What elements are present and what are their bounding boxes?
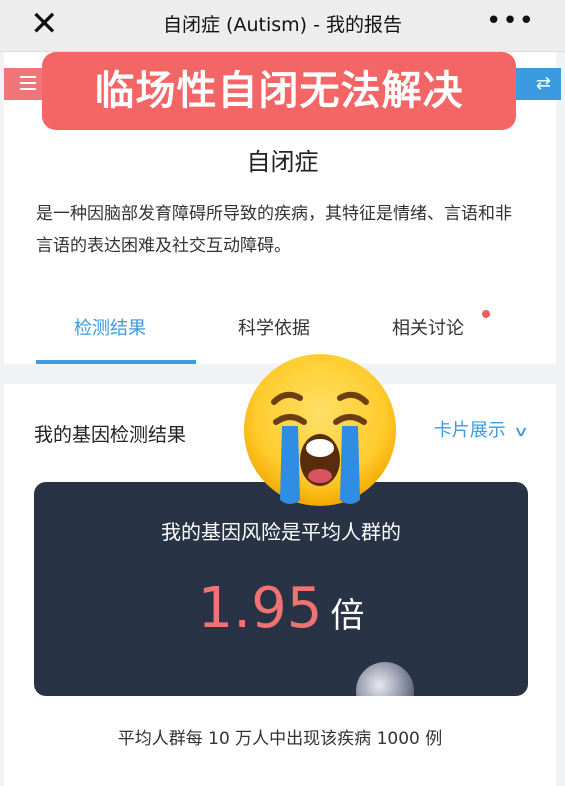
section-title: 我的基因检测结果 (34, 424, 187, 446)
risk-footnote: 平均人群每 10 万人中出现该疾病 1000 例 (117, 729, 443, 749)
view-toggle-label: 卡片展示 (433, 420, 506, 441)
risk-value: 1.95 (197, 576, 323, 641)
risk-card: 我的基因风险是平均人群的 1.95 倍 (34, 482, 528, 696)
view-toggle[interactable]: 卡片展示 ∨ (433, 416, 530, 442)
chevron-down-icon: ∨ (512, 424, 530, 440)
risk-caption: 我的基因风险是平均人群的 (161, 520, 401, 544)
risk-value-row: 1.95 倍 (34, 576, 528, 641)
menu-icon (20, 76, 36, 90)
window-title: 自闭症 (Autism) - 我的报告 (163, 14, 402, 36)
tab-discussion[interactable]: 相关讨论 (392, 314, 464, 340)
risk-marker (356, 662, 414, 696)
crying-face-emoji (244, 354, 396, 506)
window-titlebar: ✕ 自闭症 (Autism) - 我的报告 ••• (0, 0, 565, 52)
tab-results[interactable]: 检测结果 (74, 314, 146, 340)
tab-science[interactable]: 科学依据 (238, 314, 310, 340)
active-tab-indicator (36, 360, 196, 364)
disease-title: 自闭症 (246, 148, 319, 176)
swap-icon: ⇄ (535, 73, 551, 94)
disease-description: 是一种因脑部发育障碍所导致的疾病，其特征是情绪、言语和非言语的表达困难及社交互动… (36, 204, 512, 256)
overlay-banner: 临场性自闭无法解决 (42, 52, 516, 130)
close-icon[interactable]: ✕ (30, 4, 59, 44)
notification-dot (482, 310, 490, 318)
risk-unit: 倍 (330, 596, 365, 636)
more-icon[interactable]: ••• (486, 6, 535, 36)
